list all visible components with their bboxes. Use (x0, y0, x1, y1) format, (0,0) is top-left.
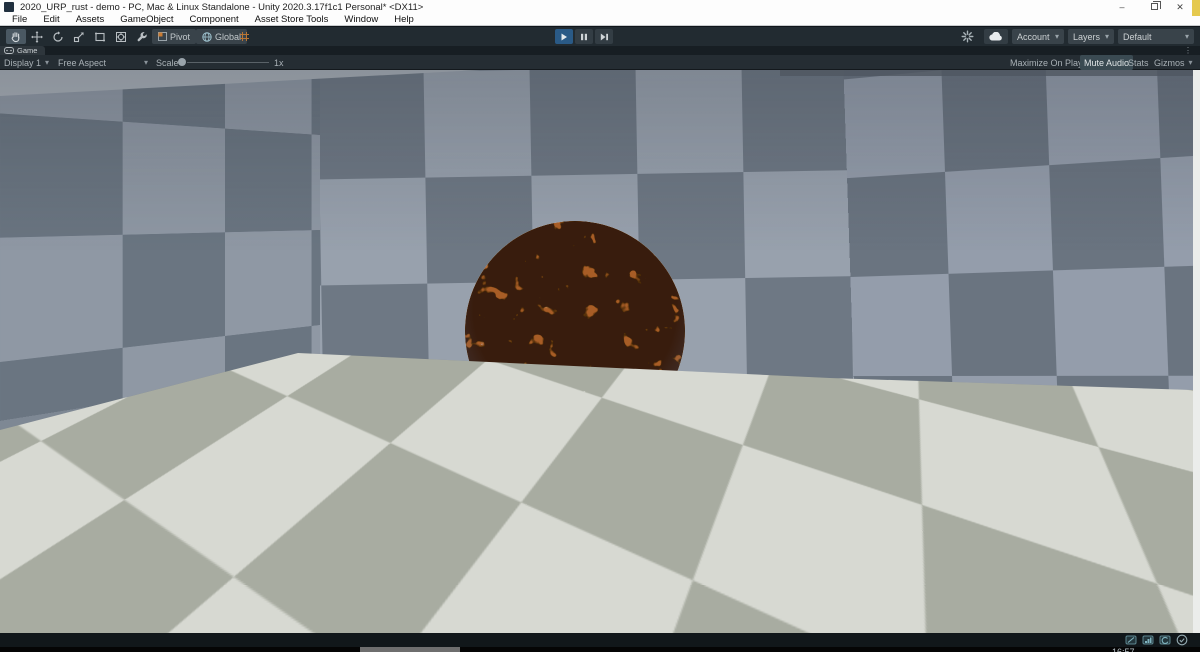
tab-game[interactable]: Game (0, 46, 45, 55)
move-tool-button[interactable] (27, 29, 47, 44)
light-gizmo-letter: O (11, 588, 23, 605)
step-icon (600, 33, 609, 41)
custom-tool-button[interactable] (132, 29, 152, 44)
scale-slider-knob[interactable] (178, 58, 186, 66)
grid-snap-icon (239, 31, 250, 42)
minimize-button[interactable]: – (1110, 0, 1134, 14)
restore-button[interactable] (1151, 3, 1158, 10)
close-button[interactable]: ✕ (1168, 0, 1192, 14)
main-toolbar: Pivot Global Account ▾ (0, 27, 1200, 46)
aspect-dropdown[interactable]: Free Aspect ▾ (58, 55, 148, 70)
layout-label: Default (1123, 32, 1152, 42)
game-control-bar: Display 1 ▾ Free Aspect ▾ Scale 1x Maxim… (0, 55, 1200, 70)
chevron-down-icon: ▾ (1185, 32, 1189, 41)
layers-dropdown[interactable]: Layers ▾ (1068, 29, 1114, 44)
pivot-label: Pivot (170, 32, 190, 42)
activity-spinner-button[interactable] (961, 30, 974, 43)
prev-arrow-button[interactable]: < (1142, 594, 1164, 630)
menu-gameobject[interactable]: GameObject (112, 14, 181, 25)
stats-toggle[interactable]: Stats (1128, 55, 1149, 70)
tab-row: Game ⋮ (0, 46, 1200, 55)
hand-tool-icon (10, 31, 22, 43)
background-window-strip (1193, 70, 1200, 633)
rust-sphere (458, 214, 692, 448)
light-gizmo-overlay: O (0, 575, 80, 633)
scale-label: Scale (156, 55, 179, 70)
collab-cloud-button[interactable] (984, 29, 1008, 44)
sphere-shadow (408, 478, 622, 564)
status-bar (0, 633, 1200, 647)
menu-component[interactable]: Component (182, 14, 247, 25)
menu-window[interactable]: Window (336, 14, 386, 25)
scale-tool-icon (73, 31, 85, 43)
wrench-icon (136, 31, 148, 43)
layers-label: Layers (1073, 32, 1100, 42)
cloud-icon (989, 32, 1003, 41)
menu-asset-store-tools[interactable]: Asset Store Tools (247, 14, 337, 25)
play-icon (560, 33, 568, 41)
transform-tool-button[interactable] (111, 29, 131, 44)
maximize-on-play-toggle[interactable]: Maximize On Play (1010, 55, 1083, 70)
menu-assets[interactable]: Assets (68, 14, 113, 25)
step-button[interactable] (595, 29, 613, 44)
rotate-tool-icon (52, 31, 64, 43)
gizmos-dropdown[interactable]: Gizmos ▾ (1154, 55, 1193, 70)
menu-help[interactable]: Help (386, 14, 422, 25)
status-refresh-icon[interactable] (1159, 634, 1171, 646)
chevron-down-icon: ▾ (144, 58, 148, 67)
tab-game-label: Game (17, 46, 37, 55)
activity-spinner-icon (961, 30, 974, 43)
aspect-label: Free Aspect (58, 58, 106, 68)
mute-audio-toggle[interactable]: Mute Audio (1080, 55, 1133, 70)
unity-editor-window: 2020_URP_rust - demo - PC, Mac & Linux S… (0, 0, 1200, 652)
account-dropdown[interactable]: Account ▾ (1012, 29, 1064, 44)
rect-tool-icon (94, 31, 106, 43)
status-progress-check-icon[interactable] (1176, 634, 1188, 646)
next-arrow-button[interactable]: > (1168, 594, 1190, 630)
rotate-tool-button[interactable] (48, 29, 68, 44)
gizmos-label: Gizmos (1154, 58, 1185, 68)
account-label: Account (1017, 32, 1050, 42)
background-window-edge (1192, 0, 1200, 16)
pivot-toggle-button[interactable]: Pivot (152, 29, 196, 44)
display-label: Display 1 (4, 58, 41, 68)
chevron-down-icon: ▾ (1055, 32, 1059, 41)
rect-tool-button[interactable] (90, 29, 110, 44)
windows-taskbar: 16:57 (0, 647, 1200, 652)
move-tool-icon (31, 31, 43, 43)
taskbar-clock: 16:57 (1112, 647, 1146, 652)
pivot-icon (158, 32, 167, 41)
globe-icon (202, 32, 212, 42)
menu-file[interactable]: File (4, 14, 35, 25)
grid-snap-button[interactable] (234, 29, 254, 44)
unity-app-icon (4, 2, 14, 12)
status-cache-icon[interactable] (1125, 634, 1137, 646)
taskbar-app-button[interactable] (360, 647, 460, 652)
chevron-down-icon: ▾ (45, 58, 49, 67)
window-title: 2020_URP_rust - demo - PC, Mac & Linux S… (20, 2, 423, 13)
scale-slider-track[interactable] (187, 62, 269, 63)
ceiling-shadow-strip (780, 70, 1193, 76)
status-package-icon[interactable] (1142, 634, 1154, 646)
display-dropdown[interactable]: Display 1 ▾ (4, 55, 49, 70)
chevron-down-icon: ▾ (1105, 32, 1109, 41)
pause-button[interactable] (575, 29, 593, 44)
title-bar: 2020_URP_rust - demo - PC, Mac & Linux S… (0, 0, 1200, 14)
play-button[interactable] (555, 29, 573, 44)
menu-edit[interactable]: Edit (35, 14, 67, 25)
pause-icon (580, 33, 588, 41)
transform-tool-icon (115, 31, 127, 43)
scale-value: 1x (274, 55, 284, 70)
hand-tool-button[interactable] (6, 29, 26, 44)
game-viewport[interactable]: O < > (0, 70, 1193, 633)
tab-context-menu-icon[interactable]: ⋮ (1184, 46, 1192, 55)
chevron-down-icon: ▾ (1189, 58, 1193, 67)
menu-bar: File Edit Assets GameObject Component As… (0, 14, 1200, 26)
gamepad-icon (4, 47, 14, 54)
scale-tool-button[interactable] (69, 29, 89, 44)
layout-dropdown[interactable]: Default ▾ (1118, 29, 1194, 44)
